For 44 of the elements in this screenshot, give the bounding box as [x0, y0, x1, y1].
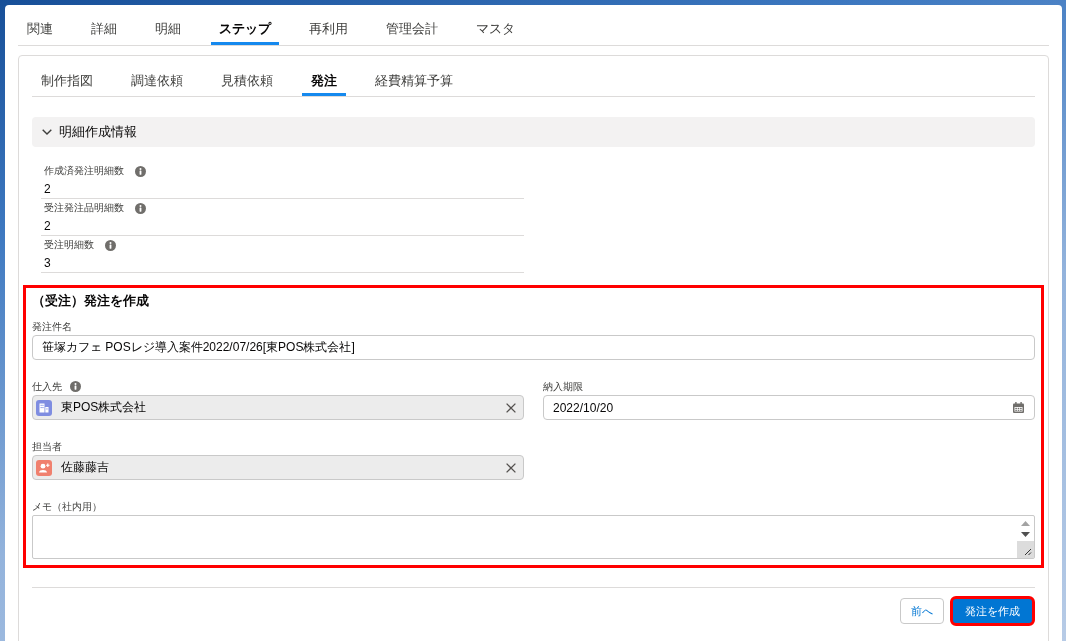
building-icon: [36, 399, 52, 416]
field-label: 受注発注品明細数: [44, 201, 124, 215]
tab[interactable]: ステップ: [211, 13, 279, 45]
field-value: 2: [44, 181, 52, 198]
sub-tab[interactable]: 見積依頼: [212, 66, 282, 96]
text-field[interactable]: 笹塚カフェ POSレジ導入案件2022/07/26[東POS株式会社]: [32, 335, 1035, 360]
sub-tab[interactable]: 制作指図: [32, 66, 102, 96]
person-icon: [36, 459, 52, 476]
tab[interactable]: 再利用: [301, 13, 356, 45]
tab[interactable]: 詳細: [83, 13, 125, 45]
field-label: 仕入先: [32, 380, 62, 394]
lookup-field[interactable]: 佐藤藤吉: [32, 455, 524, 480]
field-value: 3: [44, 255, 52, 272]
close-icon[interactable]: [506, 462, 516, 473]
info-icon[interactable]: [105, 239, 116, 251]
primary-button[interactable]: 発注を作成: [950, 596, 1035, 626]
sub-tab[interactable]: 調達依頼: [122, 66, 192, 96]
textarea-field[interactable]: [32, 515, 1035, 559]
lookup-field[interactable]: 東POS株式会社: [32, 395, 524, 420]
field-label: メモ（社内用）: [32, 500, 102, 514]
field-label: 発注件名: [32, 320, 72, 334]
info-icon[interactable]: [135, 202, 146, 214]
field-label: 担当者: [32, 440, 62, 454]
field-value: 2: [44, 218, 52, 235]
tab[interactable]: 管理会計: [378, 13, 446, 45]
chevron-icon: [42, 129, 52, 135]
close-icon[interactable]: [506, 402, 516, 413]
section-header[interactable]: 明細作成情報: [32, 117, 1035, 147]
sub-tab[interactable]: 発注: [302, 66, 346, 96]
sub-tab[interactable]: 経費精算予算: [366, 66, 462, 96]
form-title: （受注）発注を作成: [32, 292, 150, 310]
scroll-down-arrow-icon[interactable]: [1021, 532, 1030, 537]
secondary-button[interactable]: 前へ: [900, 598, 944, 624]
tab[interactable]: マスタ: [468, 13, 523, 45]
field-label: 作成済発注明細数: [44, 164, 124, 178]
field-label: 納入期限: [543, 380, 583, 394]
calendar-icon[interactable]: [1013, 402, 1024, 413]
tab[interactable]: 関連: [19, 13, 61, 45]
resize-grip-icon[interactable]: [1017, 541, 1034, 558]
info-icon[interactable]: [70, 381, 81, 392]
tab[interactable]: 明細: [147, 13, 189, 45]
field-label: 受注明細数: [44, 238, 94, 252]
date-field[interactable]: 2022/10/20: [543, 395, 1035, 420]
info-icon[interactable]: [135, 165, 146, 177]
